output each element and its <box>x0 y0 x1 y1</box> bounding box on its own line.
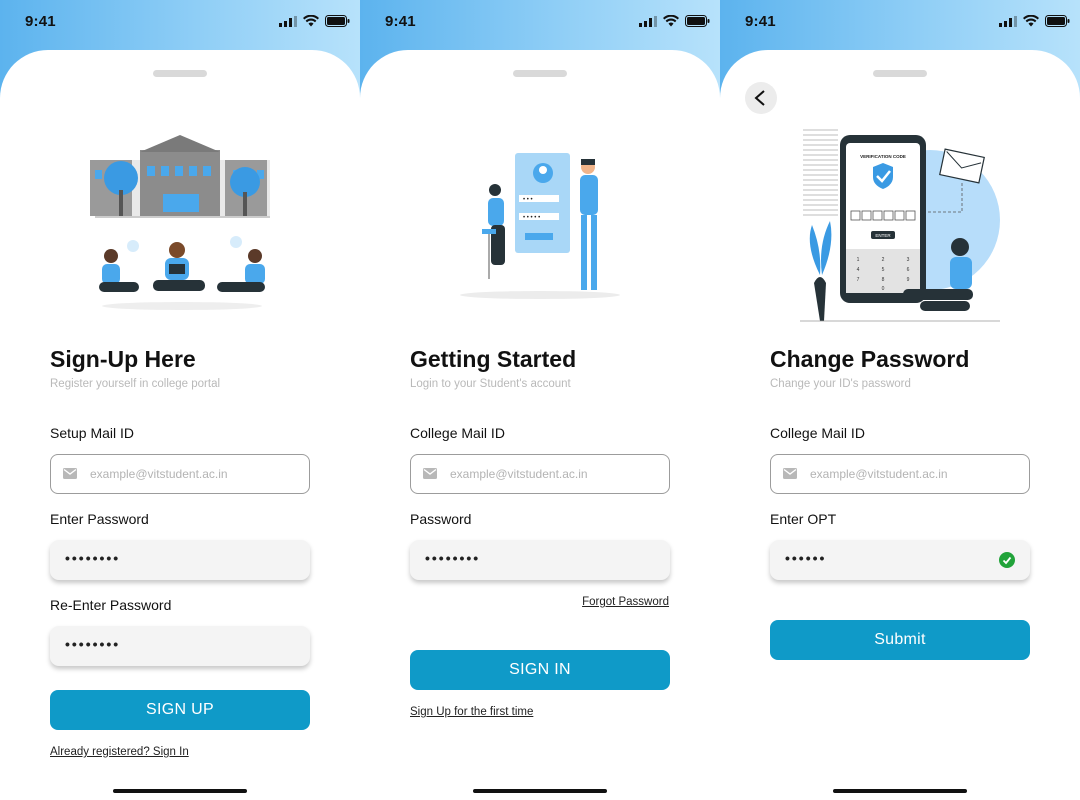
password-input[interactable]: •••••••• <box>50 540 310 580</box>
reenter-password-input[interactable]: •••••••• <box>50 626 310 666</box>
keypad-key: 7 <box>857 277 860 283</box>
keypad-key: 2 <box>882 257 885 263</box>
password-input[interactable]: •••••••• <box>410 540 670 580</box>
college-mail-placeholder: example@vitstudent.ac.in <box>450 467 588 481</box>
keypad-key: 0 <box>882 286 885 292</box>
svg-text:• • • • •: • • • • • <box>523 215 540 221</box>
home-indicator[interactable] <box>833 789 967 793</box>
back-button[interactable] <box>745 82 777 114</box>
page-title: Sign-Up Here <box>50 346 196 372</box>
college-mail-placeholder: example@vitstudent.ac.in <box>810 467 948 481</box>
verification-illustration: VERIFICATION CODE ENTER 1 2 3 4 5 6 7 8 … <box>800 129 1000 322</box>
keypad-key: 4 <box>857 267 860 273</box>
battery-icon <box>685 15 710 27</box>
keypad-key: 3 <box>907 257 910 263</box>
college-mail-input[interactable]: example@vitstudent.ac.in <box>770 454 1030 494</box>
mail-id-placeholder: example@vitstudent.ac.in <box>90 467 228 481</box>
sheet-handle[interactable] <box>513 70 567 77</box>
signal-icon <box>279 15 297 27</box>
signin-screen: 9:41 • • • • • • • • Getting Started Log… <box>360 0 720 800</box>
status-bar: 9:41 <box>0 0 360 46</box>
page-subtitle: Change your ID's password <box>770 378 911 390</box>
keypad-key: 9 <box>907 277 910 283</box>
page-title: Change Password <box>770 346 970 372</box>
mail-icon <box>63 468 77 479</box>
college-mail-label: College Mail ID <box>770 425 865 441</box>
password-label: Password <box>410 511 472 527</box>
page-subtitle: Login to your Student's account <box>410 378 571 390</box>
page-title: Getting Started <box>410 346 577 372</box>
submit-button[interactable]: Submit <box>770 620 1030 660</box>
verified-check-icon <box>999 552 1015 568</box>
status-bar: 9:41 <box>720 0 1080 46</box>
keypad-key: 8 <box>882 277 885 283</box>
wifi-icon <box>1023 15 1039 27</box>
content-sheet: VERIFICATION CODE ENTER 1 2 3 4 5 6 7 8 … <box>720 50 1080 800</box>
keypad-key: 6 <box>907 267 910 273</box>
sign-up-link[interactable]: Sign Up for the first time <box>410 706 533 718</box>
content-sheet: • • • • • • • • Getting Started Login to… <box>360 50 720 800</box>
status-icons <box>639 15 710 27</box>
signup-screen: 9:41 Sign-Up Here Register yourself in c… <box>0 0 360 800</box>
login-form-illustration: • • • • • • • • <box>460 153 620 299</box>
otp-label: Enter OPT <box>770 511 837 527</box>
verification-heading: VERIFICATION CODE <box>860 154 906 159</box>
status-icons <box>999 15 1070 27</box>
svg-text:• • •: • • • <box>523 197 533 203</box>
otp-input[interactable]: •••••• <box>770 540 1030 580</box>
reenter-password-value: •••••••• <box>65 636 121 652</box>
battery-icon <box>1045 15 1070 27</box>
wifi-icon <box>303 15 319 27</box>
wifi-icon <box>663 15 679 27</box>
forgot-password-link[interactable]: Forgot Password <box>582 596 669 608</box>
home-indicator[interactable] <box>113 789 247 793</box>
status-time: 9:41 <box>25 13 56 30</box>
keypad-key: 1 <box>857 257 860 263</box>
otp-value: •••••• <box>785 550 827 566</box>
signal-icon <box>639 15 657 27</box>
home-indicator[interactable] <box>473 789 607 793</box>
page-subtitle: Register yourself in college portal <box>50 378 221 390</box>
campus-students-illustration <box>90 135 270 310</box>
college-mail-label: College Mail ID <box>410 425 505 441</box>
keypad-key: 5 <box>882 267 885 273</box>
password-label: Enter Password <box>50 511 149 527</box>
sign-in-button[interactable]: SIGN IN <box>410 650 670 690</box>
status-time: 9:41 <box>745 13 776 30</box>
sheet-handle[interactable] <box>153 70 207 77</box>
reenter-password-label: Re-Enter Password <box>50 597 172 613</box>
status-bar: 9:41 <box>360 0 720 46</box>
mail-icon <box>783 468 797 479</box>
battery-icon <box>325 15 350 27</box>
mail-id-label: Setup Mail ID <box>50 425 135 441</box>
sign-in-link[interactable]: Already registered? Sign In <box>50 746 189 758</box>
change-password-screen: 9:41 VERIFICATION CODE ENTER 1 2 3 4 5 6… <box>720 0 1080 800</box>
content-sheet: Sign-Up Here Register yourself in colleg… <box>0 50 360 800</box>
password-value: •••••••• <box>65 550 121 566</box>
mail-icon <box>423 468 437 479</box>
password-value: •••••••• <box>425 550 481 566</box>
signal-icon <box>999 15 1017 27</box>
enter-text: ENTER <box>875 233 891 238</box>
app-screens: 9:41 Sign-Up Here Register yourself in c… <box>0 0 1080 800</box>
status-icons <box>279 15 350 27</box>
mail-id-input[interactable]: example@vitstudent.ac.in <box>50 454 310 494</box>
status-time: 9:41 <box>385 13 416 30</box>
sheet-handle[interactable] <box>873 70 927 77</box>
college-mail-input[interactable]: example@vitstudent.ac.in <box>410 454 670 494</box>
chevron-left-icon <box>754 90 765 106</box>
sign-up-button[interactable]: SIGN UP <box>50 690 310 730</box>
